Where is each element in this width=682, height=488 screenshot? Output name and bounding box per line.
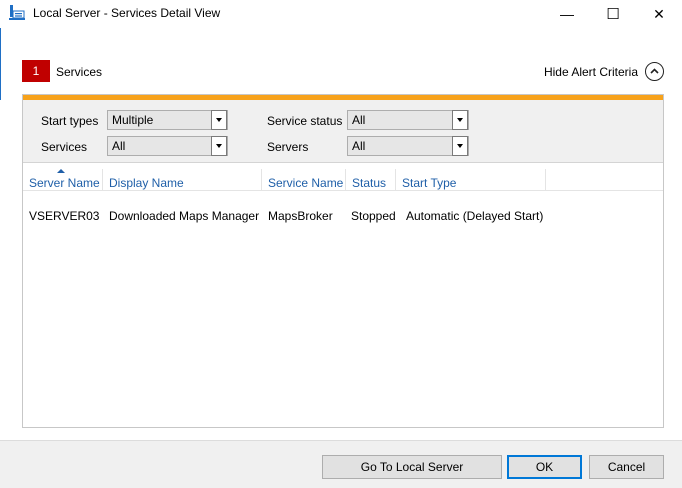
cell-start-type: Automatic (Delayed Start): [406, 209, 544, 223]
servers-label: Servers: [267, 140, 309, 154]
cancel-button[interactable]: Cancel: [589, 455, 664, 479]
minimize-button[interactable]: —: [544, 0, 590, 28]
cell-status: Stopped: [351, 209, 396, 223]
cell-server-name: VSERVER03: [29, 209, 100, 223]
close-button[interactable]: ✕: [636, 0, 682, 28]
services-label: Services: [41, 140, 88, 154]
chevron-down-icon: [211, 110, 227, 130]
servers-value: All: [352, 139, 366, 153]
services-dropdown[interactable]: All: [107, 136, 228, 156]
servers-dropdown[interactable]: All: [347, 136, 469, 156]
services-panel: Start types Multiple Service status All …: [22, 94, 664, 428]
start-types-dropdown[interactable]: Multiple: [107, 110, 228, 130]
maximize-icon: ☐: [606, 6, 620, 23]
alert-count-badge: 1: [22, 60, 50, 82]
column-header-server-name[interactable]: Server Name: [23, 169, 103, 191]
ok-button[interactable]: OK: [507, 455, 582, 479]
column-header-display-name[interactable]: Display Name: [103, 169, 262, 191]
go-to-local-server-button[interactable]: Go To Local Server: [322, 455, 502, 479]
maximize-button[interactable]: ☐: [590, 0, 636, 28]
cell-service-name: MapsBroker: [268, 209, 333, 223]
services-value: All: [112, 139, 126, 153]
column-header-start-type[interactable]: Start Type: [396, 169, 546, 191]
service-status-value: All: [352, 113, 366, 127]
title-bar: Local Server - Services Detail View — ☐ …: [0, 0, 682, 28]
start-types-label: Start types: [41, 114, 99, 128]
cell-display-name: Downloaded Maps Manager: [109, 209, 260, 223]
chevron-down-icon: [452, 110, 468, 130]
chevron-up-icon[interactable]: [645, 62, 664, 81]
filter-area: Start types Multiple Service status All …: [23, 100, 663, 163]
window-title: Local Server - Services Detail View: [33, 6, 221, 20]
hide-alert-criteria-link[interactable]: Hide Alert Criteria: [544, 65, 638, 79]
server-manager-icon: [9, 5, 25, 20]
column-header-status[interactable]: Status: [346, 169, 396, 191]
start-types-value: Multiple: [112, 113, 154, 127]
minimize-icon: —: [560, 6, 574, 22]
sort-ascending-icon: [57, 169, 65, 173]
service-status-label: Service status: [267, 114, 343, 128]
table-header: Server Name Display Name Service Name St…: [23, 169, 663, 191]
service-status-dropdown[interactable]: All: [347, 110, 469, 130]
column-header-service-name[interactable]: Service Name: [262, 169, 346, 191]
chevron-down-icon: [211, 136, 227, 156]
section-title: Services: [56, 65, 103, 79]
chevron-down-icon: [452, 136, 468, 156]
close-icon: ✕: [653, 5, 665, 22]
